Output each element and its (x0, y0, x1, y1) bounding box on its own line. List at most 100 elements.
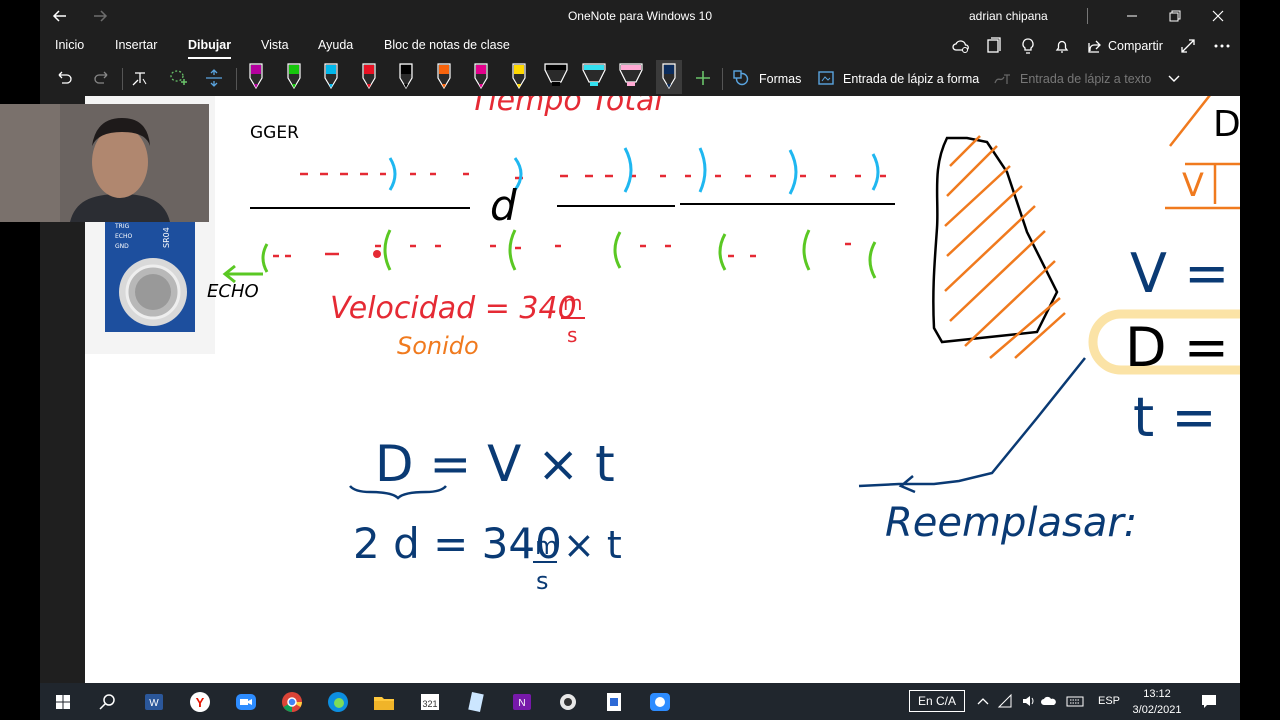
minimize-icon[interactable] (1121, 5, 1143, 27)
shapes-label[interactable]: Formas (759, 72, 801, 86)
replace-arrow-ink (858, 357, 1086, 494)
yandex-browser-icon[interactable]: Y (187, 689, 213, 715)
highlighter-black-icon[interactable] (543, 60, 569, 94)
pen-navy-icon[interactable] (655, 60, 682, 94)
camera-app-icon[interactable] (647, 689, 673, 715)
ink-to-text-label: Entrada de lápiz a texto (1020, 72, 1152, 86)
clock[interactable]: 13:12 3/02/2021 (1132, 686, 1182, 718)
sound-ink: Sonido (397, 332, 479, 360)
windows-taskbar: W Y 321 N En C/A ESP 13:12 3/02/2021 (40, 683, 1240, 720)
lasso-select-icon[interactable] (167, 67, 189, 89)
zoom-icon[interactable] (233, 689, 259, 715)
pen-cyan-icon[interactable] (318, 60, 344, 94)
pen-pink-icon[interactable] (468, 60, 494, 94)
document-app-icon[interactable] (601, 689, 627, 715)
volume-icon[interactable] (1020, 693, 1038, 709)
keyboard-icon[interactable] (1066, 693, 1084, 709)
lasso-type-select-icon[interactable] (129, 67, 151, 89)
ribbon-tabs: Inicio Insertar Dibujar Vista Ayuda Bloc… (40, 32, 1240, 60)
pen-black-icon[interactable] (393, 60, 419, 94)
formula-2-unit-s: s (536, 567, 549, 595)
calendar-app-icon[interactable]: 321 (417, 689, 443, 715)
pen-orange-icon[interactable] (431, 60, 457, 94)
webcam-video (0, 104, 209, 222)
triangle-v-text: V (1182, 166, 1204, 204)
user-name[interactable]: adrian chipana (969, 9, 1048, 23)
toolbar-separator (722, 68, 723, 90)
right-v-formula: V = (1130, 242, 1229, 305)
replace-ink: Reemplasar: (885, 500, 1137, 546)
window-title: OneNote para Windows 10 (567, 9, 713, 23)
sync-cloud-icon[interactable] (951, 36, 971, 56)
pen-red-icon[interactable] (356, 60, 382, 94)
chrome-icon[interactable] (279, 689, 305, 715)
emitted-wave-ink (300, 172, 886, 180)
tab-dibujar[interactable]: Dibujar (188, 38, 232, 59)
pen-yellow-icon[interactable] (506, 60, 532, 94)
highlighter-cyan-icon[interactable] (581, 60, 607, 94)
emitted-wave-arcs (388, 147, 880, 195)
echo-label-ink: ECHO (207, 281, 259, 302)
echo-wave-arcs (261, 229, 877, 279)
clock-date: 3/02/2021 (1132, 704, 1182, 716)
share-icon (1088, 40, 1101, 53)
svg-text:N: N (518, 698, 525, 709)
clock-time: 13:12 (1143, 688, 1171, 700)
ink-to-text-icon[interactable] (991, 67, 1013, 89)
tab-vista[interactable]: Vista (261, 38, 289, 52)
sensor-image: TRIG ECHO GND SR04 (105, 222, 195, 332)
share-button[interactable]: Compartir (1087, 36, 1163, 56)
title-bar: OneNote para Windows 10 adrian chipana (40, 0, 1240, 32)
velocity-unit-s: s (567, 323, 577, 347)
wall-hatch-ink (944, 135, 1066, 359)
formula-2-tail-ink: × t (563, 523, 622, 567)
onenote-window: OneNote para Windows 10 adrian chipana I… (40, 0, 1240, 683)
highlighter-pink-icon[interactable] (618, 60, 644, 94)
pen-magenta-icon[interactable] (243, 60, 269, 94)
fullscreen-icon[interactable] (1178, 36, 1198, 56)
add-space-icon[interactable] (203, 67, 225, 89)
word-icon[interactable]: W (141, 689, 167, 715)
ime-mode-indicator[interactable]: En C/A (909, 690, 965, 712)
chevron-up-icon[interactable] (974, 693, 992, 709)
ink-to-shape-icon[interactable] (815, 67, 837, 89)
note-canvas[interactable]: Tiempo Total GGER d Velocidad = 340 m s … (85, 96, 1240, 683)
shapes-icon[interactable] (730, 67, 752, 89)
lightbulb-icon[interactable] (1018, 36, 1038, 56)
tab-insertar[interactable]: Insertar (115, 38, 157, 52)
bug-tool-icon[interactable] (555, 689, 581, 715)
add-pen-icon[interactable] (692, 67, 714, 89)
search-icon[interactable] (95, 689, 121, 715)
close-icon[interactable] (1207, 5, 1229, 27)
restore-icon[interactable] (1164, 5, 1186, 27)
windows-start-icon[interactable] (50, 689, 76, 715)
wifi-icon[interactable] (997, 693, 1015, 709)
redo-icon[interactable] (91, 67, 113, 89)
echo-wave-dashes (273, 242, 851, 258)
pen-green-icon[interactable] (281, 60, 307, 94)
wall-outline-ink (932, 136, 1059, 344)
more-options-icon[interactable] (1212, 36, 1232, 56)
svg-text:W: W (149, 698, 159, 709)
onedrive-icon[interactable] (1040, 693, 1058, 709)
ink-drawing: Tiempo Total GGER d Velocidad = 340 m s … (85, 96, 1240, 595)
notifications-icon[interactable] (1200, 692, 1218, 710)
formula-2-ink: 2 d = 340 (353, 519, 562, 568)
sensor-pin-echo: ECHO (115, 233, 132, 240)
notepad-app-icon[interactable] (463, 689, 489, 715)
sensor-pin-gnd: GND (115, 243, 129, 250)
edge-icon[interactable] (325, 689, 351, 715)
chevron-down-icon[interactable] (1163, 67, 1185, 89)
svg-text:321: 321 (422, 699, 437, 709)
bell-icon[interactable] (1052, 36, 1072, 56)
tab-ayuda[interactable]: Ayuda (318, 38, 353, 52)
ink-to-shape-label[interactable]: Entrada de lápiz a forma (843, 72, 979, 86)
onenote-icon[interactable]: N (509, 689, 535, 715)
file-explorer-icon[interactable] (371, 689, 397, 715)
undo-icon[interactable] (53, 67, 75, 89)
right-d-formula: D = (1125, 316, 1229, 379)
notebooks-icon[interactable] (984, 36, 1004, 56)
tab-inicio[interactable]: Inicio (55, 38, 84, 52)
tab-bloc-de-notas[interactable]: Bloc de notas de clase (384, 38, 510, 52)
language-indicator[interactable]: ESP (1098, 695, 1120, 707)
